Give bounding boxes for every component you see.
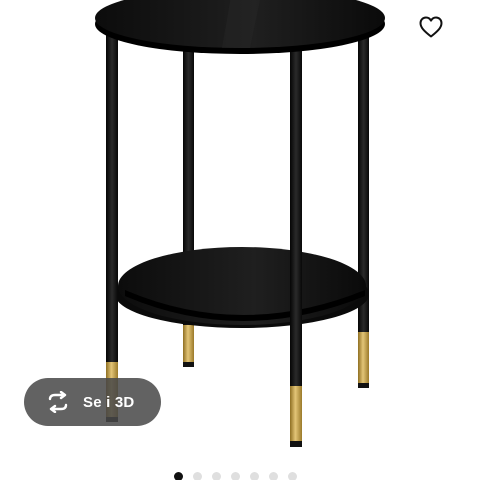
heart-icon (419, 16, 443, 38)
image-carousel-dots (174, 472, 297, 480)
favourite-button[interactable] (412, 8, 450, 46)
carousel-dot[interactable] (174, 472, 183, 480)
view-in-3d-button[interactable]: Se i 3D (24, 378, 161, 426)
carousel-dot[interactable] (212, 472, 221, 480)
view-in-3d-label: Se i 3D (83, 393, 135, 411)
carousel-dot[interactable] (193, 472, 202, 480)
table-top (95, 0, 385, 54)
back-leg-right (358, 30, 369, 388)
carousel-dot[interactable] (269, 472, 278, 480)
carousel-dot[interactable] (231, 472, 240, 480)
product-gallery: Se i 3D (0, 0, 480, 480)
carousel-dot[interactable] (288, 472, 297, 480)
lower-shelf (115, 247, 369, 328)
front-leg-left (106, 32, 118, 422)
front-leg-right (290, 40, 302, 447)
rotate-3d-icon (44, 390, 72, 414)
carousel-dot[interactable] (250, 472, 259, 480)
